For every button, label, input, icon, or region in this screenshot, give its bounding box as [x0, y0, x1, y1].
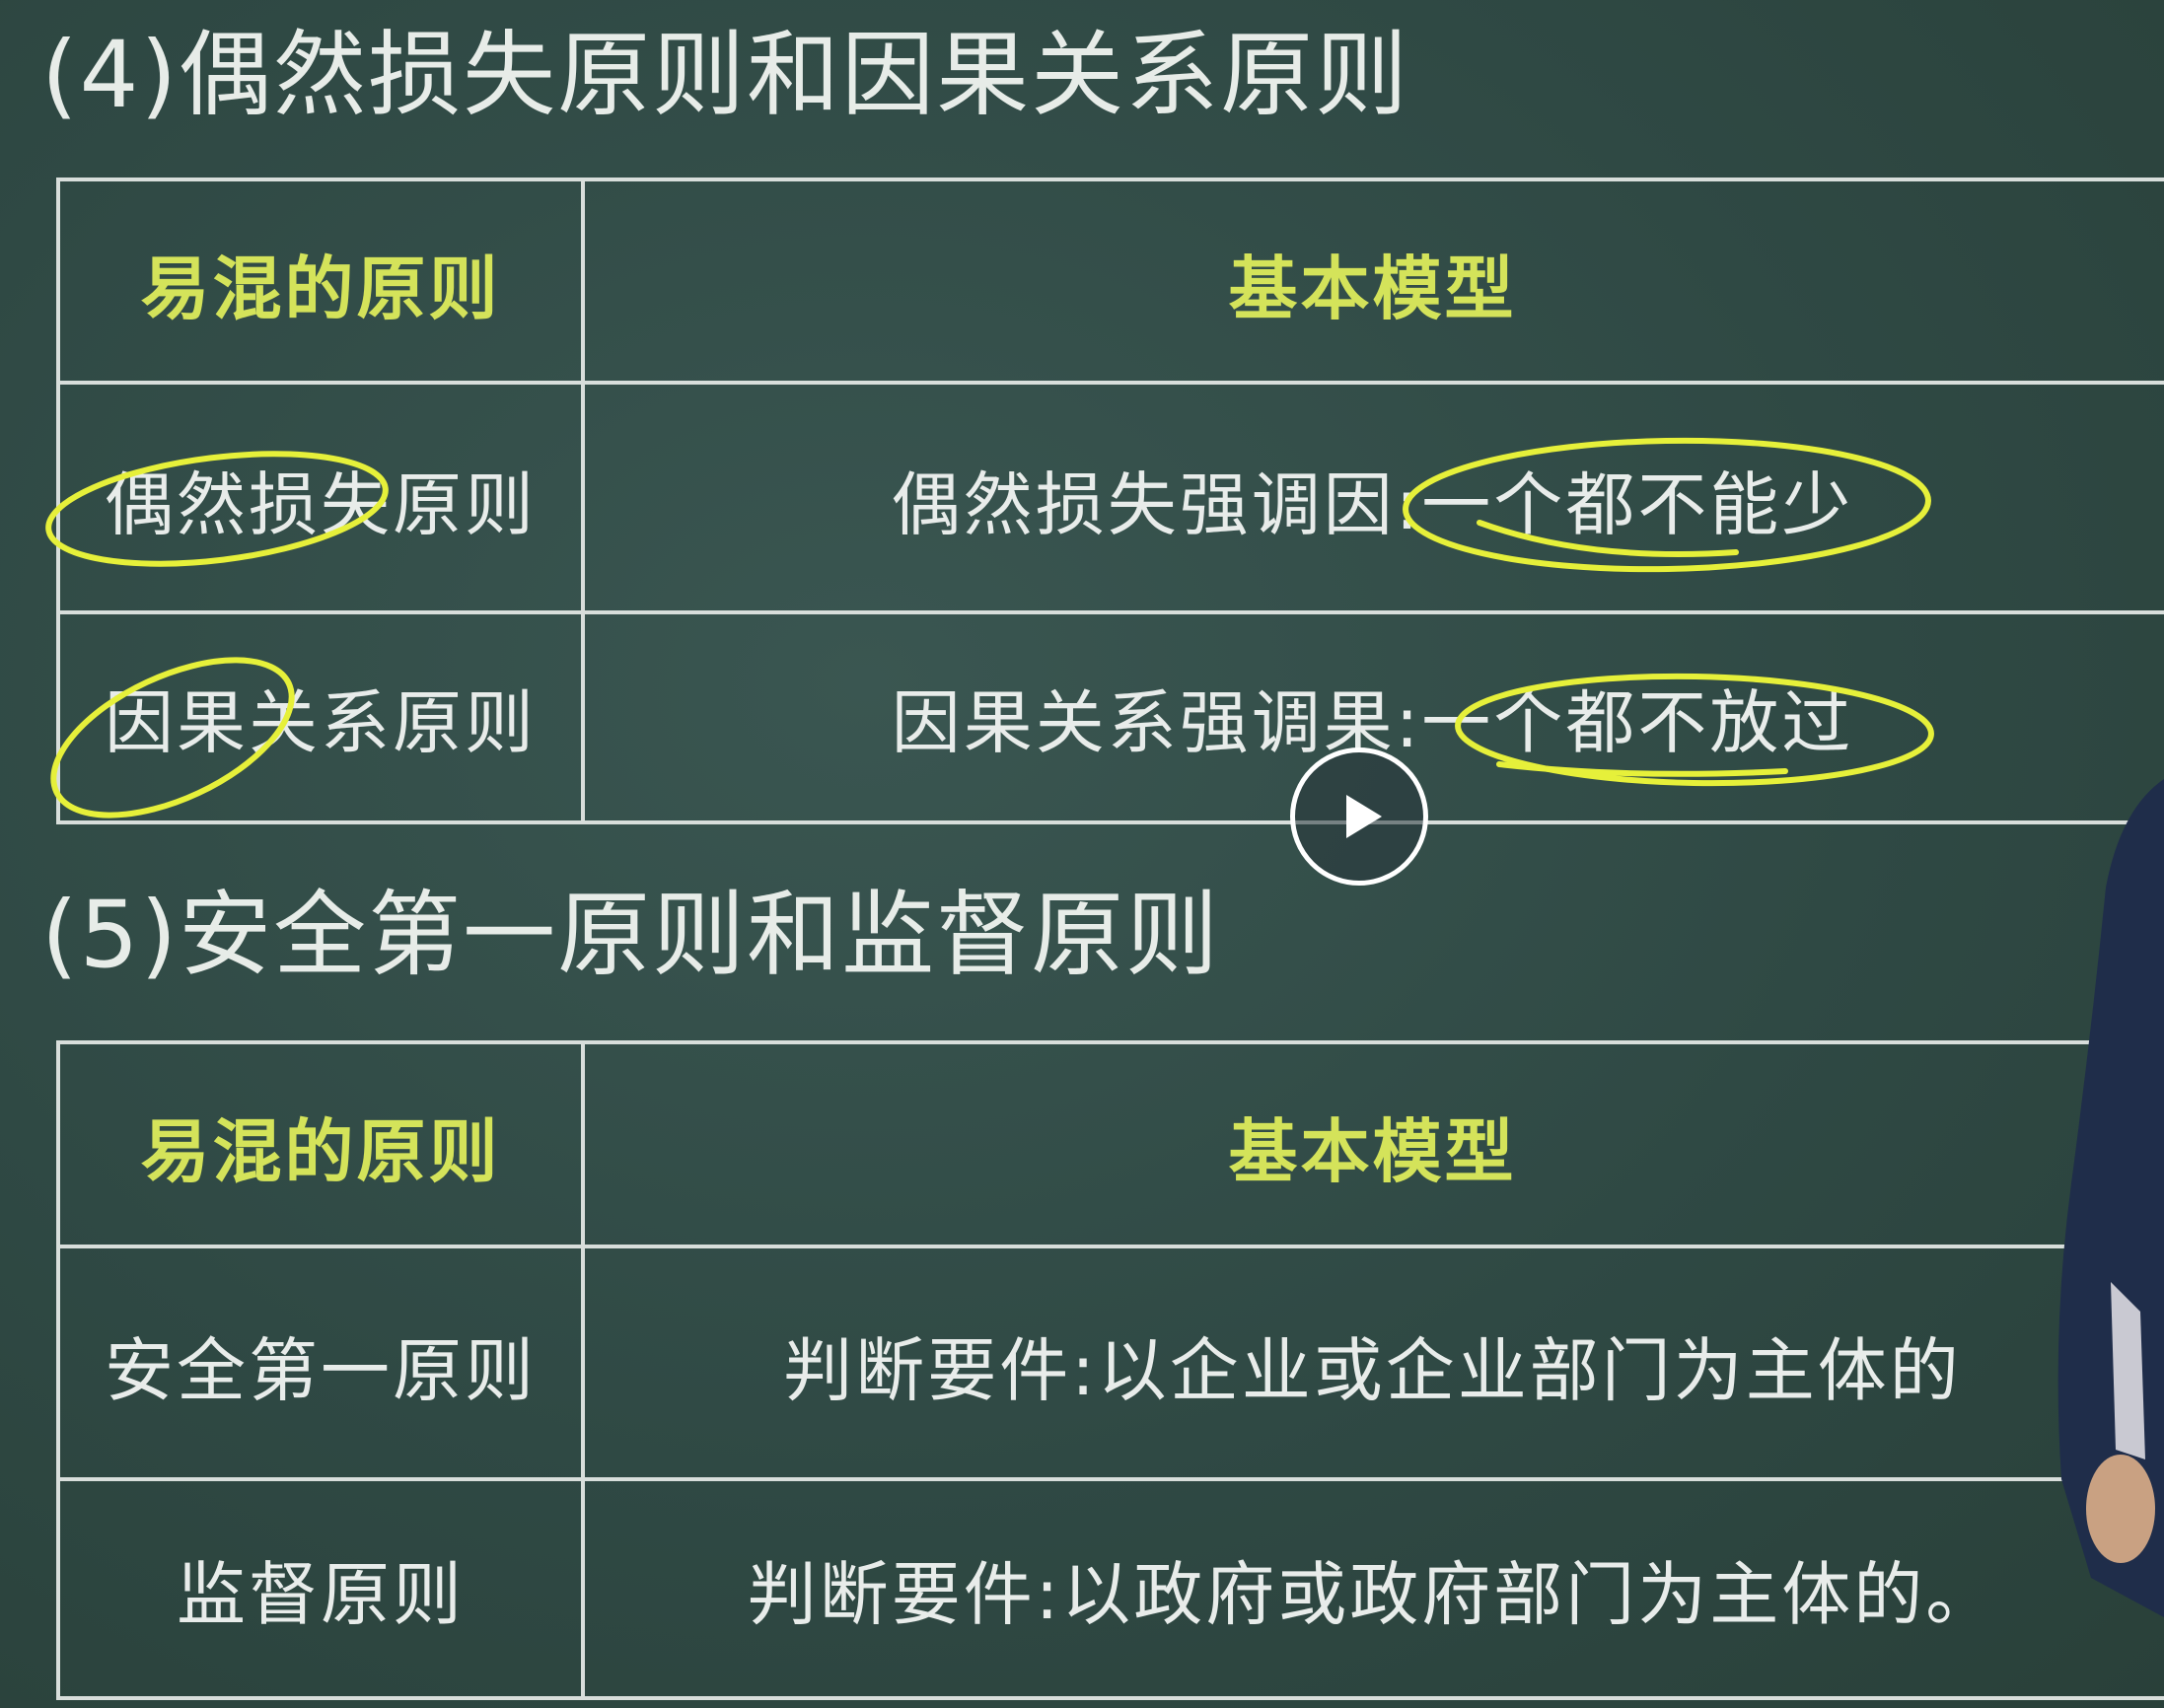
table-row: 偶然损失原则 偶然损失强调因:一个都不能少	[56, 381, 2164, 614]
principle-model: 判断要件:以政府或政府部门为主体的。	[747, 1553, 1998, 1635]
table-row: 监督原则 判断要件:以政府或政府部门为主体的。	[56, 1477, 2164, 1700]
principle-name: 偶然损失原则	[105, 464, 537, 545]
play-icon	[1346, 795, 1382, 838]
principle-name: 监督原则	[177, 1553, 465, 1635]
header-principle: 易混的原则	[140, 248, 501, 329]
table-header-row: 易混的原则 基本模型	[56, 1040, 2164, 1248]
table-header-row: 易混的原则 基本模型	[56, 178, 2164, 385]
table-row: 因果关系原则 因果关系强调果:一个都不放过	[56, 610, 2164, 824]
section-4-heading: (4)偶然损失原则和因果关系原则	[41, 22, 1410, 129]
table-row: 安全第一原则 判断要件:以企业或企业部门为主体的	[56, 1245, 2164, 1481]
header-principle: 易混的原则	[140, 1111, 501, 1192]
play-button[interactable]	[1290, 747, 1428, 886]
header-model: 基本模型	[1228, 1111, 1517, 1192]
header-model: 基本模型	[1228, 248, 1517, 329]
principle-model: 偶然损失强调因:一个都不能少	[891, 464, 1854, 545]
principle-model: 判断要件:以企业或企业部门为主体的	[783, 1329, 1962, 1411]
chalkboard-video-frame: (4)偶然损失原则和因果关系原则 易混的原则 基本模型 偶然损失原则 偶然损失强…	[0, 0, 2164, 1708]
section-5-heading: (5)安全第一原则和监督原则	[41, 882, 1221, 989]
principle-name: 因果关系原则	[105, 682, 537, 763]
principle-name: 安全第一原则	[105, 1329, 537, 1411]
